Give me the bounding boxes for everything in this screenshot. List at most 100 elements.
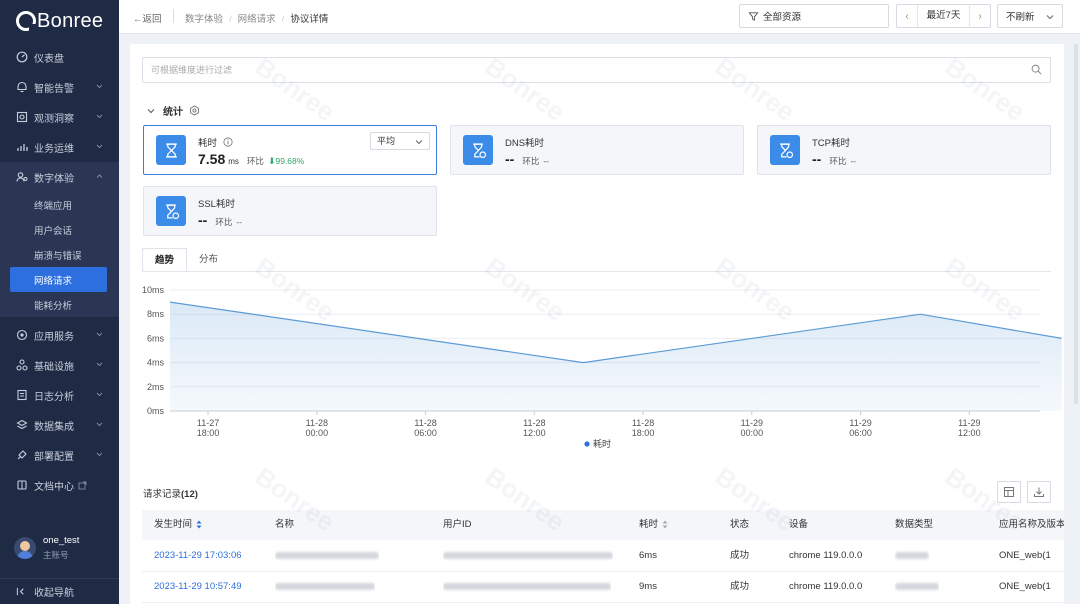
x-tick-label: 18:00 — [197, 428, 220, 438]
sidebar-item-business[interactable]: 业务运维 — [0, 132, 119, 162]
chevron-down-icon — [96, 421, 103, 428]
stat-card-duration[interactable]: 耗时 7.58 ms 环比 ⬇ 99.68% 平均 — [143, 125, 437, 175]
back-button[interactable]: ←返回 — [133, 11, 162, 25]
stat-card-dns[interactable]: DNS耗时 -- 环比 -- — [450, 125, 744, 175]
time-link[interactable]: 2023-11-29 10:57:49 — [154, 572, 242, 602]
column-header[interactable]: 耗时 — [639, 510, 668, 540]
dimension-filter-input[interactable]: 可根据维度进行过滤 — [142, 57, 1051, 83]
sidebar-subitem-terminal-app[interactable]: 终端应用 — [0, 192, 119, 217]
y-tick-label: 0ms — [147, 406, 165, 416]
chevron-down-icon — [1046, 13, 1054, 21]
chevron-down-icon — [96, 391, 103, 398]
column-header[interactable]: 发生时间 — [154, 510, 202, 540]
records-count: (12) — [181, 489, 198, 500]
sidebar-item-app-service[interactable]: 应用服务 — [0, 320, 119, 350]
breadcrumb-item[interactable]: 网络请求 — [238, 14, 276, 25]
table-row[interactable]: 2023-11-29 10:57:49 9ms 成功 chrome 119.0.… — [142, 572, 1064, 603]
topbar: ←返回 数字体验/网络请求/协议详情 全部资源 ‹ 最近7天 › 不刷新 — [119, 0, 1080, 34]
tab-divider — [142, 271, 1051, 272]
aggregation-select[interactable]: 平均 — [370, 132, 430, 150]
x-tick-label: 11-28 — [523, 418, 545, 428]
hourglass-settings-icon — [463, 135, 493, 165]
sidebar-item-docs[interactable]: 文档中心 — [0, 470, 119, 500]
x-tick-label: 11-27 — [197, 418, 219, 428]
status-cell: 成功 — [730, 541, 749, 571]
ring-label: 环比 — [829, 155, 846, 167]
sidebar-item-dashboard[interactable]: 仪表盘 — [0, 42, 119, 72]
user-profile[interactable]: one_test 主账号 — [0, 530, 119, 566]
sidebar-item-data[interactable]: 数据集成 — [0, 410, 119, 440]
ring-value: -- — [543, 156, 549, 166]
chevron-down-icon — [96, 113, 103, 120]
tab-trend[interactable]: 趋势 — [142, 248, 187, 272]
main-panel: 可根据维度进行过滤 统计 耗时 7.58 ms 环比 ⬇ 99.68% 平均 D… — [130, 44, 1064, 604]
x-tick-label: 18:00 — [632, 428, 655, 438]
sidebar-item-deploy[interactable]: 部署配置 — [0, 440, 119, 470]
app-cell: ONE_web(1 — [999, 572, 1064, 602]
chevron-down-icon — [96, 331, 103, 338]
table-header: 发生时间 名称 用户ID 耗时 状态 设备 数据类型 应用名称及版本 — [142, 510, 1064, 540]
search-icon[interactable] — [1031, 64, 1042, 75]
column-settings-button[interactable] — [997, 481, 1021, 503]
gear-icon[interactable] — [189, 105, 200, 116]
date-range-picker[interactable]: ‹ 最近7天 › — [896, 4, 991, 28]
x-tick-label: 11-29 — [958, 418, 980, 428]
column-header: 用户ID — [443, 510, 472, 540]
scrollbar[interactable] — [1074, 44, 1078, 404]
infra-icon — [16, 359, 28, 371]
sidebar-subitem-user-session[interactable]: 用户会话 — [0, 217, 119, 242]
sidebar-subitem-energy[interactable]: 能耗分析 — [0, 292, 119, 317]
column-header: 数据类型 — [895, 510, 933, 540]
tab-distribution[interactable]: 分布 — [187, 248, 230, 272]
y-tick-label: 8ms — [147, 309, 165, 319]
x-tick-label: 11-29 — [849, 418, 871, 428]
app-cell: ONE_web(1 — [999, 541, 1064, 571]
download-button[interactable] — [1027, 481, 1051, 503]
date-range-label[interactable]: 最近7天 — [917, 5, 970, 27]
y-tick-label: 4ms — [147, 358, 165, 368]
stat-card-ssl[interactable]: SSL耗时 -- 环比 -- — [143, 186, 437, 236]
sidebar: Bonree 仪表盘 智能告警 观测洞察 业务运维 数字体验 终端应用 用户会话… — [0, 0, 119, 604]
time-link[interactable]: 2023-11-29 17:03:06 — [154, 541, 242, 571]
sidebar-item-infra[interactable]: 基础设施 — [0, 350, 119, 380]
series-area — [170, 302, 1062, 411]
stat-name: 耗时 — [198, 138, 217, 149]
name-cell-redacted — [275, 541, 379, 571]
chevron-down-icon — [96, 83, 103, 90]
refresh-select[interactable]: 不刷新 — [997, 4, 1063, 28]
sort-icon — [662, 520, 668, 529]
stat-value: -- — [812, 151, 821, 167]
ring-value: -- — [850, 156, 856, 166]
logo-mark-icon — [16, 11, 36, 31]
sidebar-subitem-network-request[interactable]: 网络请求 — [10, 267, 107, 292]
external-link-icon — [78, 481, 87, 490]
sidebar-item-alerts[interactable]: 智能告警 — [0, 72, 119, 102]
deploy-icon — [16, 449, 28, 461]
stat-name: DNS耗时 — [505, 135, 544, 149]
avatar — [14, 537, 36, 559]
sidebar-item-log[interactable]: 日志分析 — [0, 380, 119, 410]
next-range-button[interactable]: › — [970, 11, 990, 22]
stat-unit: ms — [228, 157, 239, 166]
device-cell: chrome 119.0.0.0 — [789, 541, 862, 571]
resource-filter-button[interactable]: 全部资源 — [739, 4, 889, 28]
table-settings-icon — [1003, 486, 1015, 498]
logo[interactable]: Bonree — [0, 0, 119, 42]
data-icon — [16, 419, 28, 431]
info-icon[interactable] — [223, 137, 233, 147]
stat-card-tcp[interactable]: TCP耗时 -- 环比 -- — [757, 125, 1051, 175]
trend-chart: 0ms2ms4ms6ms8ms10ms11-2718:0011-2800:001… — [130, 280, 1064, 460]
stats-section-title[interactable]: 统计 — [147, 103, 200, 118]
breadcrumb-item[interactable]: 数字体验 — [185, 14, 223, 25]
hourglass-settings-icon — [156, 196, 186, 226]
arrow-down-icon: ⬇ — [268, 156, 276, 167]
prev-range-button[interactable]: ‹ — [897, 11, 917, 22]
sidebar-subitem-crash-error[interactable]: 崩溃与错误 — [0, 242, 119, 267]
stat-value: -- — [505, 151, 514, 167]
table-row[interactable]: 2023-11-29 17:03:06 6ms 成功 chrome 119.0.… — [142, 541, 1064, 572]
ring-label: 环比 — [247, 155, 264, 167]
sidebar-item-experience[interactable]: 数字体验 — [0, 162, 119, 192]
sidebar-item-insight[interactable]: 观测洞察 — [0, 102, 119, 132]
collapse-nav-button[interactable]: 收起导航 — [0, 578, 119, 604]
column-header: 设备 — [789, 510, 808, 540]
